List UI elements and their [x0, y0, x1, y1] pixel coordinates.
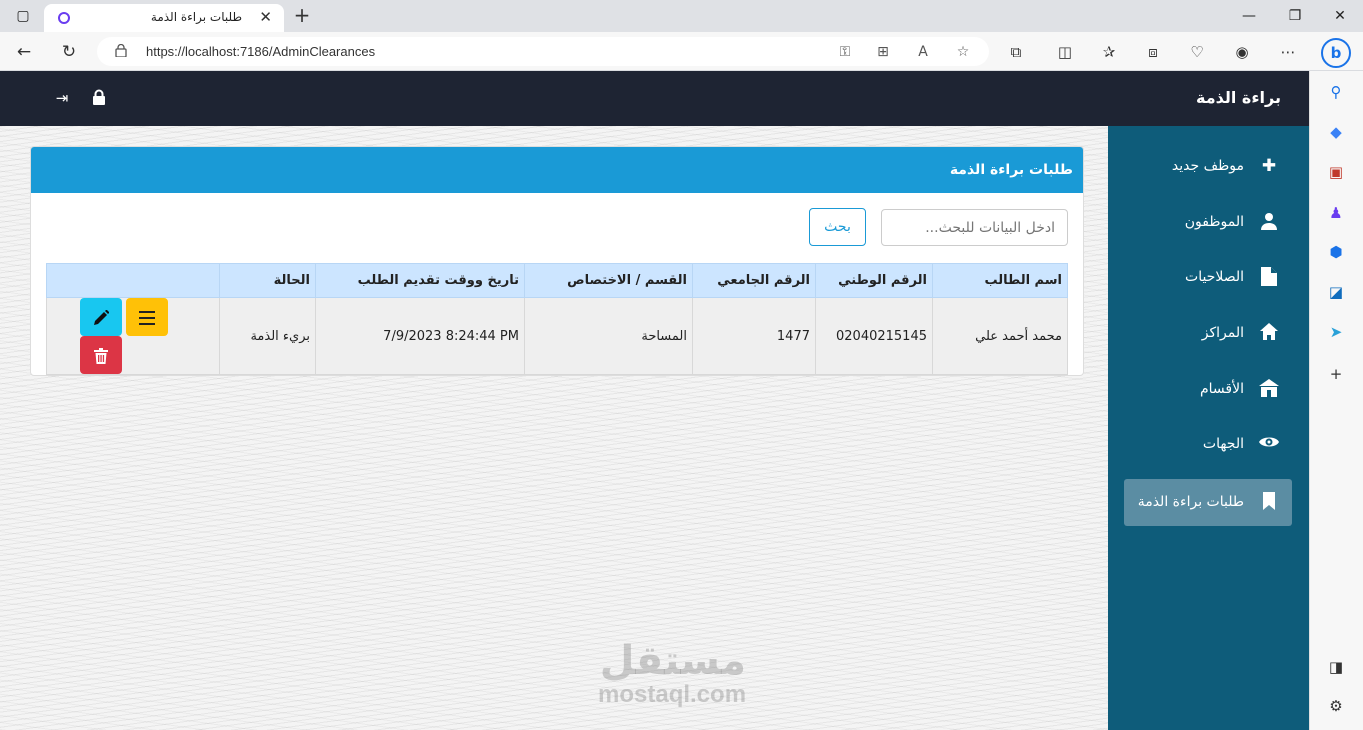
favorites-icon[interactable]: ✰	[1097, 40, 1121, 64]
lock-icon	[115, 44, 127, 57]
search-icon[interactable]: ⚲	[1325, 81, 1347, 103]
profile-avatar-icon[interactable]: ◉	[1230, 40, 1254, 64]
sidebar-item-label: موظف جديد	[1171, 158, 1244, 174]
games-icon[interactable]: ♟	[1325, 202, 1347, 224]
url-text: https://localhost:7186/AdminClearances	[146, 44, 376, 59]
sidebar-item-label: الجهات	[1202, 436, 1244, 452]
logout-icon[interactable]: ⇥	[53, 89, 71, 107]
read-aloud-icon[interactable]: A	[912, 41, 934, 63]
column-header-university-id: الرقم الجامعي	[692, 263, 816, 298]
sidebar-item-permissions[interactable]: الصلاحيات	[1124, 254, 1292, 301]
app-topbar: ⇥	[0, 71, 1108, 126]
column-header-national-id: الرقم الوطني	[815, 263, 933, 298]
card-title: طلبات براءة الذمة	[31, 147, 1083, 193]
sidebar-item-clearance-requests[interactable]: طلبات براءة الذمة	[1124, 479, 1292, 526]
user-icon	[1259, 212, 1279, 232]
send-icon[interactable]: ➤	[1325, 321, 1347, 343]
browser-toolbar: ← ↻ https://localhost:7186/AdminClearanc…	[0, 32, 1363, 71]
tab-close-icon[interactable]: ✕	[259, 8, 272, 26]
sidebar-item-label: الموظفون	[1184, 214, 1244, 230]
menu-icon	[139, 310, 155, 325]
mostaql-watermark: مستقل mostaql.com	[598, 640, 746, 708]
cell-university-id: 1477	[692, 297, 816, 375]
minimize-icon[interactable]: —	[1226, 0, 1272, 32]
pencil-icon	[93, 309, 109, 325]
app-available-icon[interactable]: ⊞	[872, 41, 894, 63]
browser-tabbar: ▢ طلبات براءة الذمة ✕ + — ❐ ✕	[0, 0, 1363, 32]
cell-submitted-at: 7/9/2023 8:24:44 PM	[315, 297, 525, 375]
details-menu-button[interactable]	[126, 298, 168, 336]
restore-icon[interactable]: ❐	[1272, 0, 1318, 32]
extensions-icon[interactable]: ⧉	[1004, 40, 1028, 64]
sidebar-item-entities[interactable]: الجهات	[1124, 421, 1292, 468]
cell-department: المساحة	[524, 297, 693, 375]
settings-gear-icon[interactable]: ⚙	[1325, 695, 1347, 717]
sidebar-item-new-employee[interactable]: ✚ موظف جديد	[1124, 143, 1292, 190]
browser-tab[interactable]: طلبات براءة الذمة ✕	[44, 4, 284, 32]
window-close-icon[interactable]: ✕	[1317, 0, 1363, 32]
sidebar-item-label: الأقسام	[1200, 381, 1244, 397]
bookmark-icon	[1259, 492, 1279, 512]
shopping-tag-icon[interactable]: ◆	[1325, 121, 1347, 143]
cell-actions	[46, 297, 220, 375]
column-header-status: الحالة	[219, 263, 316, 298]
eye-icon	[1259, 434, 1279, 454]
building-icon	[1259, 379, 1279, 399]
microsoft365-icon[interactable]: ⬢	[1325, 241, 1347, 263]
clearance-requests-card: طلبات براءة الذمة بحث اسم الطالب الرقم ا…	[30, 146, 1084, 376]
sidebar-item-label: المراكز	[1201, 325, 1244, 341]
back-icon[interactable]: ←	[10, 38, 38, 66]
sidebar-item-label: طلبات براءة الذمة	[1137, 494, 1244, 510]
app-sidebar: براءة الذمة ✚ موظف جديد الموظفون الصلاحي…	[1108, 71, 1309, 730]
sidebar-item-employees[interactable]: الموظفون	[1124, 199, 1292, 246]
watermark-latin: mostaql.com	[598, 681, 747, 708]
column-header-department: القسم / الاختصاص	[524, 263, 693, 298]
tools-briefcase-icon[interactable]: ▣	[1325, 161, 1347, 183]
outlook-icon[interactable]: ◪	[1325, 281, 1347, 303]
search-button[interactable]: بحث	[809, 208, 866, 246]
lock-icon[interactable]	[90, 89, 108, 107]
more-menu-icon[interactable]: ⋯	[1276, 40, 1300, 64]
delete-button[interactable]	[80, 336, 122, 374]
app-brand: براءة الذمة	[1108, 71, 1309, 126]
performance-icon[interactable]: ♡	[1185, 40, 1209, 64]
sidebar-item-centers[interactable]: المراكز	[1124, 310, 1292, 357]
cell-student-name: محمد أحمد علي	[932, 297, 1068, 375]
refresh-icon[interactable]: ↻	[55, 38, 83, 66]
trash-icon	[94, 347, 108, 364]
cell-national-id: 02040215145	[815, 297, 933, 375]
bing-copilot-icon[interactable]: b	[1321, 38, 1351, 68]
clearance-requests-table: اسم الطالب الرقم الوطني الرقم الجامعي ال…	[46, 263, 1068, 375]
cell-status: بريء الذمة	[219, 297, 316, 375]
sidebar-item-label: الصلاحيات	[1185, 269, 1244, 285]
sidebar-item-departments[interactable]: الأقسام	[1124, 366, 1292, 413]
add-sidebar-app-icon[interactable]: +	[1325, 363, 1347, 385]
watermark-arabic: مستقل	[599, 638, 747, 684]
search-input[interactable]	[881, 209, 1068, 246]
favorite-star-icon[interactable]: ☆	[952, 41, 974, 63]
address-bar[interactable]: https://localhost:7186/AdminClearances ⚿…	[97, 37, 989, 66]
new-tab-button[interactable]: +	[290, 4, 314, 28]
split-screen-icon[interactable]: ◫	[1053, 40, 1077, 64]
tab-title: طلبات براءة الذمة	[150, 10, 242, 24]
collections-icon[interactable]: ⧈	[1141, 40, 1165, 64]
home-icon	[1259, 323, 1279, 343]
tab-actions-icon[interactable]: ▢	[0, 0, 46, 32]
plus-icon: ✚	[1261, 156, 1277, 176]
site-favicon-icon	[58, 12, 70, 24]
column-header-actions	[46, 263, 220, 298]
hide-sidebar-icon[interactable]: ◨	[1325, 656, 1347, 678]
table-header-row: اسم الطالب الرقم الوطني الرقم الجامعي ال…	[46, 263, 1068, 298]
key-icon[interactable]: ⚿	[834, 41, 856, 63]
edit-button[interactable]	[80, 298, 122, 336]
column-header-submitted-at: تاريخ ووقت تقديم الطلب	[315, 263, 525, 298]
column-header-student-name: اسم الطالب	[932, 263, 1068, 298]
edge-sidebar: ⚲ ◆ ▣ ♟ ⬢ ◪ ➤ + ◨ ⚙	[1309, 71, 1363, 730]
table-row: محمد أحمد علي 02040215145 1477 المساحة 7…	[46, 297, 1068, 375]
file-icon	[1259, 267, 1279, 287]
